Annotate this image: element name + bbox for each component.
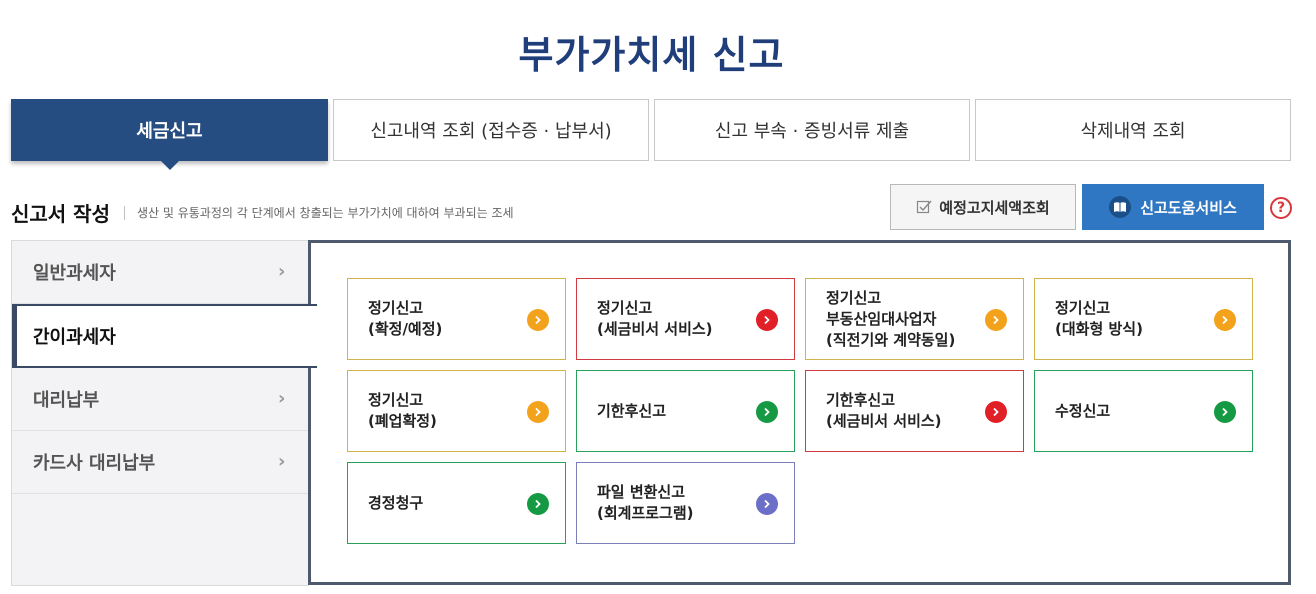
card-label: 정기신고 부동산임대사업자 (직전기와 계약동일)	[826, 288, 956, 349]
book-icon	[1109, 196, 1132, 218]
card-regular-filing-interactive[interactable]: 정기신고 (대화형 방식)	[1034, 278, 1253, 360]
section-header: 신고서 작성 생산 및 유통과정의 각 단계에서 창출되는 부가가치에 대하여 …	[11, 198, 514, 227]
taxpayer-type-sidebar: 일반과세자 › 간이과세자 대리납부 › 카드사 대리납부 ›	[11, 240, 317, 586]
tab-label: 신고내역 조회 (접수증 · 납부서)	[370, 121, 612, 142]
active-tab-pointer	[159, 160, 180, 170]
card-late-filing[interactable]: 기한후신고	[576, 370, 795, 452]
arrow-right-circle-icon	[985, 401, 1007, 423]
card-late-filing-tax-secretary[interactable]: 기한후신고 (세금비서 서비스)	[805, 370, 1024, 452]
arrow-right-circle-icon	[756, 401, 778, 423]
tab-deleted-history[interactable]: 삭제내역 조회	[975, 99, 1291, 161]
sidebar-item-proxy-payment[interactable]: 대리납부 ›	[12, 368, 310, 431]
sidebar-item-label: 대리납부	[33, 390, 100, 411]
tab-label: 신고 부속 · 증빙서류 제출	[714, 121, 910, 142]
card-label: 정기신고 (대화형 방식)	[1055, 299, 1143, 338]
card-label: 경정청구	[368, 493, 424, 512]
arrow-right-circle-icon	[527, 493, 549, 515]
card-label: 파일 변환신고 (회계프로그램)	[597, 483, 694, 522]
arrow-right-circle-icon	[527, 309, 549, 331]
button-label: 신고도움서비스	[1140, 198, 1237, 217]
sidebar-item-simplified-taxpayer[interactable]: 간이과세자	[12, 304, 317, 368]
chevron-right-icon: ›	[278, 388, 286, 409]
sidebar-item-label: 일반과세자	[33, 263, 116, 284]
tab-filing-history[interactable]: 신고내역 조회 (접수증 · 납부서)	[333, 99, 649, 161]
card-label: 정기신고 (확정/예정)	[368, 299, 443, 338]
chevron-right-icon: ›	[278, 451, 286, 472]
card-file-conversion-filing[interactable]: 파일 변환신고 (회계프로그램)	[576, 462, 795, 544]
card-regular-filing-confirmed[interactable]: 정기신고 (확정/예정)	[347, 278, 566, 360]
question-help-icon[interactable]: ?	[1270, 197, 1292, 219]
arrow-right-circle-icon	[1214, 309, 1236, 331]
card-label: 기한후신고	[597, 401, 667, 420]
filing-options-panel: 정기신고 (확정/예정) 정기신고 (세금비서 서비스) 정기신고 부동산임대사…	[308, 240, 1291, 585]
prepaid-tax-lookup-button[interactable]: 예정고지세액조회	[890, 184, 1076, 230]
arrow-right-circle-icon	[985, 309, 1007, 331]
card-label: 수정신고	[1055, 401, 1111, 420]
tab-tax-filing[interactable]: 세금신고	[11, 99, 328, 170]
sidebar-item-general-taxpayer[interactable]: 일반과세자 ›	[12, 241, 310, 304]
card-regular-filing-closure[interactable]: 정기신고 (폐업확정)	[347, 370, 566, 452]
card-regular-filing-real-estate-rental[interactable]: 정기신고 부동산임대사업자 (직전기와 계약동일)	[805, 278, 1024, 360]
checkbox-edit-icon	[917, 200, 932, 214]
section-description: 생산 및 유통과정의 각 단계에서 창출되는 부가가치에 대하여 부과되는 조세	[136, 206, 514, 220]
chevron-right-icon: ›	[278, 261, 286, 282]
card-correction-claim[interactable]: 경정청구	[347, 462, 566, 544]
page-title: 부가가치세 신고	[518, 33, 785, 77]
card-label: 정기신고 (세금비서 서비스)	[597, 299, 713, 338]
sidebar-item-card-proxy-payment[interactable]: 카드사 대리납부 ›	[12, 431, 310, 494]
card-regular-filing-tax-secretary[interactable]: 정기신고 (세금비서 서비스)	[576, 278, 795, 360]
button-label: 예정고지세액조회	[939, 198, 1050, 217]
filing-help-service-button[interactable]: 신고도움서비스	[1082, 184, 1264, 230]
sidebar-item-label: 간이과세자	[33, 327, 116, 348]
card-label: 기한후신고 (세금비서 서비스)	[826, 391, 942, 430]
arrow-right-circle-icon	[527, 401, 549, 423]
tab-label: 세금신고	[136, 121, 203, 142]
section-title: 신고서 작성	[11, 202, 110, 226]
card-label: 정기신고 (폐업확정)	[368, 391, 437, 430]
arrow-right-circle-icon	[1214, 401, 1236, 423]
card-amended-filing[interactable]: 수정신고	[1034, 370, 1253, 452]
tab-label: 삭제내역 조회	[1080, 121, 1186, 142]
tab-attachment-submit[interactable]: 신고 부속 · 증빙서류 제출	[654, 99, 970, 161]
sidebar-item-label: 카드사 대리납부	[33, 453, 156, 474]
arrow-right-circle-icon	[756, 309, 778, 331]
main-tabs: 세금신고 신고내역 조회 (접수증 · 납부서) 신고 부속 · 증빙서류 제출…	[11, 99, 1291, 170]
section-divider	[123, 205, 125, 220]
arrow-right-circle-icon	[756, 493, 778, 515]
